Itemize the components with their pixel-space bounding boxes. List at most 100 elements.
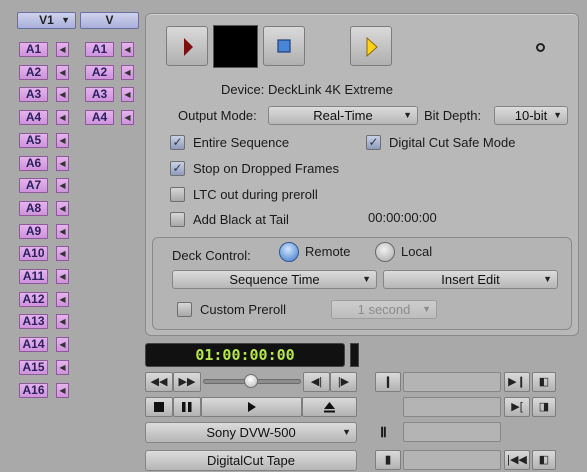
audio-monitor-icon[interactable]: ◀: [56, 291, 69, 307]
audio-monitor-icon[interactable]: ◀: [56, 337, 69, 353]
shuttle-slider-knob[interactable]: [244, 374, 258, 388]
fast-forward-icon: ▶▶: [178, 376, 196, 388]
audio-monitor-icon[interactable]: ◀: [56, 155, 69, 171]
mark-out-field[interactable]: [403, 397, 501, 417]
record-video-track-v[interactable]: V: [80, 12, 139, 29]
source-audio-track[interactable]: A13: [19, 314, 48, 330]
audio-monitor-icon[interactable]: ◀: [56, 87, 69, 103]
entire-sequence-checkbox[interactable]: ✓: [170, 135, 185, 150]
preview-digital-cut-button[interactable]: [350, 26, 392, 66]
record-audio-track[interactable]: A1: [85, 42, 114, 57]
eject-button[interactable]: [302, 397, 357, 417]
remote-radio[interactable]: [279, 242, 299, 262]
audio-monitor-icon[interactable]: ◀: [56, 110, 69, 126]
audio-monitor-icon[interactable]: ◀: [56, 223, 69, 239]
source-audio-track[interactable]: A2: [19, 64, 48, 80]
go-to-out-button[interactable]: ▶[: [504, 397, 530, 417]
play-deck-button[interactable]: [201, 397, 302, 417]
step-back-icon: ◀|: [310, 376, 323, 388]
mark-out-timecode-field[interactable]: [403, 450, 501, 470]
digital-cut-safe-mode-checkbox[interactable]: ✓: [366, 135, 381, 150]
source-audio-track[interactable]: A14: [19, 337, 48, 353]
source-audio-track[interactable]: A10: [19, 246, 48, 262]
insert-edit-select[interactable]: Insert Edit ▼: [383, 270, 558, 289]
preroll-duration-select[interactable]: 1 second ▼: [331, 300, 437, 319]
status-indicator-icon: [536, 43, 545, 52]
record-audio-track[interactable]: A4: [85, 110, 114, 126]
pause-icon: [182, 402, 192, 412]
output-mode-label: Output Mode:: [178, 108, 257, 123]
local-radio[interactable]: [375, 242, 395, 262]
source-audio-track[interactable]: A6: [19, 155, 48, 171]
stop-deck-button[interactable]: [145, 397, 173, 417]
step-back-button[interactable]: ◀|: [303, 372, 330, 392]
entire-sequence-label: Entire Sequence: [193, 135, 290, 150]
source-audio-track[interactable]: A15: [19, 359, 48, 375]
mark-in-icon: ❙: [383, 376, 393, 388]
source-audio-track[interactable]: A16: [19, 382, 48, 398]
add-black-at-tail-checkbox[interactable]: [170, 212, 185, 227]
track-label: V: [105, 13, 114, 27]
mark-out-button[interactable]: ▮: [375, 450, 401, 470]
record-play-icon: [184, 38, 193, 56]
source-audio-track[interactable]: A3: [19, 87, 48, 103]
audio-monitor-icon[interactable]: ◀: [56, 359, 69, 375]
source-audio-track[interactable]: A7: [19, 178, 48, 194]
checkmark-icon: ✓: [172, 135, 183, 149]
audio-monitor-icon[interactable]: ◀: [56, 42, 69, 57]
audio-monitor-icon[interactable]: ◀: [56, 132, 69, 148]
audio-monitor-icon[interactable]: ◀: [56, 382, 69, 398]
audio-monitor-icon[interactable]: ◀: [56, 246, 69, 262]
clear-mark-button[interactable]: ◧: [532, 450, 556, 470]
clear-out-button[interactable]: ◨: [532, 397, 556, 417]
clear-in-button[interactable]: ◧: [532, 372, 556, 392]
step-forward-button[interactable]: |▶: [330, 372, 357, 392]
source-audio-track[interactable]: A11: [19, 269, 48, 284]
output-mode-select[interactable]: Real-Time ▼: [268, 106, 418, 125]
bit-depth-select[interactable]: 10-bit ▼: [494, 106, 568, 125]
step-forward-icon: |▶: [337, 376, 350, 388]
go-to-in-button[interactable]: ▶❙: [504, 372, 530, 392]
audio-monitor-icon[interactable]: ◀: [121, 110, 134, 126]
chevron-down-icon: ▼: [403, 110, 412, 120]
audio-monitor-icon[interactable]: ◀: [56, 269, 69, 284]
custom-preroll-checkbox[interactable]: [177, 302, 192, 317]
chevron-down-icon: ▼: [422, 304, 431, 314]
source-video-track-v1[interactable]: V1 ▼: [17, 12, 76, 29]
stop-button[interactable]: [263, 26, 305, 66]
pause-button[interactable]: [173, 397, 201, 417]
source-audio-track[interactable]: A1: [19, 42, 48, 57]
sequence-time-select[interactable]: Sequence Time ▼: [172, 270, 377, 289]
chevron-down-icon: ▼: [362, 274, 371, 284]
stop-on-dropped-frames-checkbox[interactable]: ✓: [170, 161, 185, 176]
source-audio-track[interactable]: A8: [19, 200, 48, 216]
audio-monitor-icon[interactable]: ◀: [56, 178, 69, 194]
audio-monitor-icon[interactable]: ◀: [121, 42, 134, 57]
source-audio-track[interactable]: A4: [19, 110, 48, 126]
record-audio-track[interactable]: A2: [85, 64, 114, 80]
audio-monitor-icon[interactable]: ◀: [121, 87, 134, 103]
record-audio-track[interactable]: A3: [85, 87, 114, 103]
source-audio-track[interactable]: A5: [19, 132, 48, 148]
audio-monitor-icon[interactable]: ◀: [121, 64, 134, 80]
tape-name: DigitalCut Tape: [207, 453, 295, 468]
clear-out-icon: ◨: [538, 401, 550, 413]
deck-select[interactable]: Sony DVW-500 ▼: [145, 422, 357, 443]
source-audio-track[interactable]: A9: [19, 223, 48, 239]
record-button[interactable]: [166, 26, 208, 66]
tape-name-button[interactable]: DigitalCut Tape: [145, 450, 357, 471]
device-label: Device: DeckLink 4K Extreme: [221, 82, 393, 97]
mark-in-button[interactable]: ❙: [375, 372, 401, 392]
duration-field[interactable]: [403, 422, 501, 442]
ltc-out-checkbox[interactable]: [170, 187, 185, 202]
audio-monitor-icon[interactable]: ◀: [56, 314, 69, 330]
audio-monitor-icon[interactable]: ◀: [56, 64, 69, 80]
audio-monitor-icon[interactable]: ◀: [56, 200, 69, 216]
rewind-button[interactable]: ◀◀: [145, 372, 173, 392]
mark-in-field[interactable]: [403, 372, 501, 392]
go-to-out-point-button[interactable]: |◀◀: [504, 450, 530, 470]
source-audio-track[interactable]: A12: [19, 291, 48, 307]
chevron-down-icon: ▼: [342, 427, 351, 437]
fast-forward-button[interactable]: ▶▶: [173, 372, 201, 392]
add-black-duration[interactable]: 00:00:00:00: [368, 210, 437, 225]
